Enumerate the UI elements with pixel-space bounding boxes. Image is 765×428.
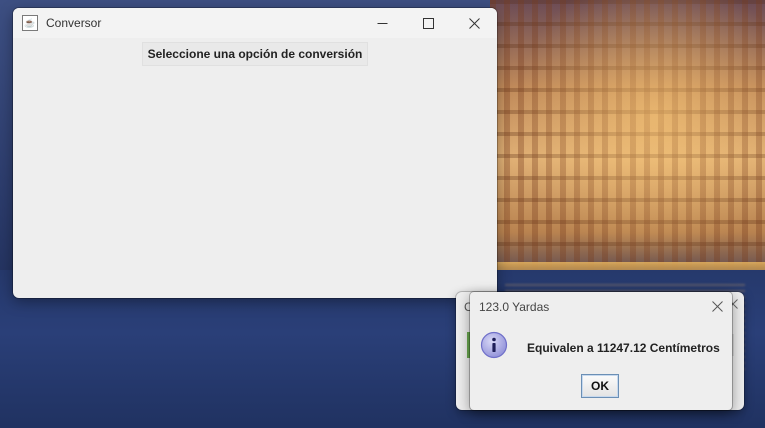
close-icon	[468, 17, 480, 29]
minimize-button[interactable]	[359, 8, 405, 38]
result-dialog: 123.0 Yardas Equivalen a 11247.12 Centím…	[470, 292, 732, 410]
window-titlebar[interactable]: ☕ Conversor	[13, 8, 497, 38]
window-title: Conversor	[46, 16, 102, 30]
wallpaper-parliament-building	[490, 0, 765, 290]
maximize-icon	[422, 17, 434, 29]
close-icon	[711, 300, 723, 312]
java-icon: ☕	[22, 15, 38, 31]
window-controls	[359, 8, 497, 38]
ok-button[interactable]: OK	[581, 374, 619, 398]
maximize-button[interactable]	[405, 8, 451, 38]
conversor-window: ☕ Conversor Seleccione una opción de con…	[13, 8, 497, 298]
close-button[interactable]	[451, 8, 497, 38]
dialog-close-button[interactable]	[702, 292, 732, 320]
minimize-icon	[377, 22, 387, 24]
dialog-title: 123.0 Yardas	[479, 300, 550, 314]
select-conversion-button[interactable]: Seleccione una opción de conversión	[142, 42, 368, 66]
dialog-message: Equivalen a 11247.12 Centímetros	[527, 341, 720, 355]
information-icon	[480, 331, 508, 359]
window-content: Seleccione una opción de conversión	[13, 38, 497, 298]
